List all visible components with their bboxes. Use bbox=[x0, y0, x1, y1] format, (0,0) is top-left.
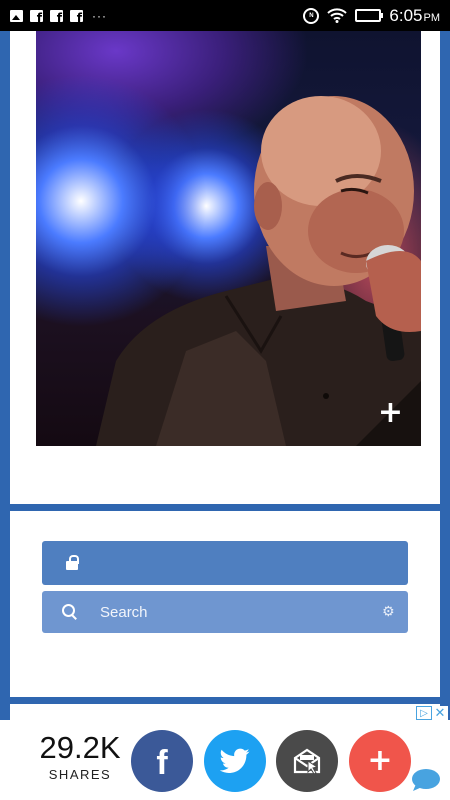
search-input[interactable] bbox=[100, 603, 382, 621]
facebook-share-button[interactable]: f bbox=[131, 730, 193, 792]
email-share-button[interactable] bbox=[276, 730, 338, 792]
status-bar: ··· N 6:05PM bbox=[0, 0, 450, 31]
image-card: + bbox=[10, 31, 440, 504]
performer-silhouette bbox=[96, 96, 421, 446]
facebook-notification-icon bbox=[50, 9, 63, 22]
twitter-share-button[interactable] bbox=[204, 730, 266, 792]
nfc-icon: N bbox=[303, 7, 320, 24]
expand-photo-button[interactable]: + bbox=[378, 398, 403, 428]
status-time: 6:05 bbox=[389, 5, 423, 25]
close-icon[interactable]: ✕ bbox=[432, 706, 448, 721]
gear-icon[interactable]: ⚙ bbox=[382, 605, 396, 619]
battery-icon bbox=[355, 9, 384, 22]
notification-icons: ··· bbox=[10, 9, 107, 23]
share-count: 29.2K SHARES bbox=[30, 730, 130, 782]
plus-icon: + bbox=[367, 743, 393, 778]
more-share-button[interactable]: + bbox=[349, 730, 411, 792]
wifi-icon bbox=[327, 8, 348, 23]
facebook-notification-icon bbox=[30, 9, 43, 22]
search-bar: ⚙ bbox=[42, 591, 408, 633]
facebook-notification-icon bbox=[70, 9, 83, 22]
search-icon[interactable] bbox=[62, 604, 78, 620]
facebook-icon: f bbox=[156, 744, 168, 782]
share-bar: 29.2K SHARES f + bbox=[0, 720, 450, 800]
more-notifications-icon: ··· bbox=[92, 8, 107, 23]
twitter-bird-icon bbox=[220, 748, 250, 773]
concert-photo[interactable]: + bbox=[36, 31, 421, 446]
share-label: SHARES bbox=[48, 767, 112, 782]
search-card: ⚙ bbox=[10, 511, 440, 697]
lock-icon bbox=[66, 555, 80, 571]
status-clock: 6:05PM bbox=[389, 6, 440, 26]
share-number: 29.2K bbox=[39, 730, 121, 765]
chat-bubble-icon[interactable] bbox=[410, 768, 440, 792]
email-icon bbox=[293, 748, 321, 775]
ad-choices-icon[interactable]: ▷ bbox=[416, 706, 432, 720]
login-bar[interactable] bbox=[42, 541, 408, 585]
system-icons: N 6:05PM bbox=[303, 6, 440, 26]
status-ampm: PM bbox=[423, 11, 441, 24]
image-icon bbox=[10, 9, 23, 22]
